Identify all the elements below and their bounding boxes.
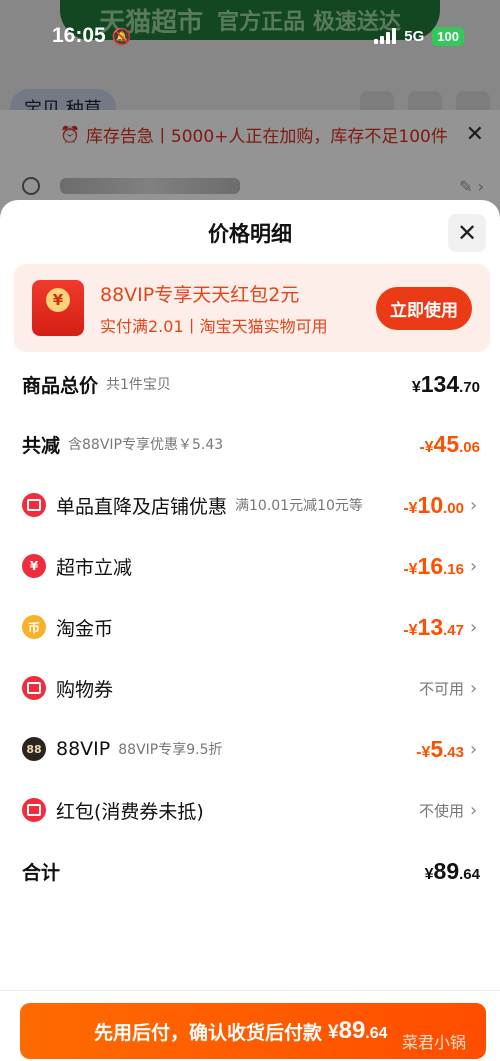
row-total-reduction: 共减 含88VIP专享优惠￥5.43 -¥45.06 [0,424,500,464]
red-envelope-icon [22,798,46,822]
close-icon: ✕ [456,219,478,247]
close-button[interactable]: ✕ [448,214,486,252]
chevron-right-icon: › [470,738,478,760]
row-amount: -¥5.43 [416,735,464,762]
row-label: 单品直降及店铺优惠 [56,495,228,518]
status-bar: 16:05 🔕 5G 100 [0,0,500,72]
row-label: 购物券 [56,678,114,701]
sheet-title: 价格明细 [208,222,292,246]
bottom-bar: 先用后付，确认收货后付款 ¥89.64 菜君小锅 [0,990,500,1061]
price-detail-sheet: 价格明细 ✕ ¥ 88VIP专享天天红包2元 实付满2.01丨淘宝天猫实物可用 … [0,200,500,1061]
gold-coin-icon: 币 [22,615,46,639]
88vip-icon: 88 [22,737,46,761]
row-shop-discount[interactable]: 单品直降及店铺优惠 满10.01元减10元等 -¥10.00 › [0,485,500,525]
yuan-coin-icon: ¥ [22,554,46,578]
row-label: 共减 [22,434,61,457]
battery-icon: 100 [432,26,464,46]
row-amount: -¥13.47 [403,613,464,640]
vip-redpacket-promo: ¥ 88VIP专享天天红包2元 实付满2.01丨淘宝天猫实物可用 立即使用 [14,264,490,352]
shop-icon [22,493,46,517]
pay-button-label: 先用后付，确认收货后付款 [94,1021,323,1044]
row-label: 88VIP [56,738,111,760]
signal-icon [374,28,397,44]
row-amount: ¥89.64 [424,857,480,884]
row-status: 不使用 [418,801,464,820]
chevron-right-icon: › [470,677,478,699]
red-envelope-icon: ¥ [32,280,84,336]
row-label: 商品总价 [22,374,99,397]
chevron-right-icon: › [470,494,478,516]
row-note: 88VIP专享9.5折 [118,742,223,758]
row-amount: -¥16.16 [403,552,464,579]
row-shopping-voucher[interactable]: 购物券 不可用 › [0,668,500,708]
pay-later-button[interactable]: 先用后付，确认收货后付款 ¥89.64 菜君小锅 [20,1003,486,1059]
row-status: 不可用 [418,679,464,698]
row-label: 红包(消费券未抵) [56,800,204,823]
row-market-discount[interactable]: ¥ 超市立减 -¥16.16 › [0,546,500,586]
promo-title: 88VIP专享天天红包2元 [100,283,300,306]
row-taojinbi[interactable]: 币 淘金币 -¥13.47 › [0,607,500,647]
voucher-icon [22,676,46,700]
network-type: 5G [404,27,425,45]
row-88vip[interactable]: 88 88VIP 88VIP专享9.5折 -¥5.43 › [0,729,500,769]
promo-subtitle: 实付满2.01丨淘宝天猫实物可用 [100,316,328,336]
row-goods-total: 商品总价 共1件宝贝 ¥134.70 [0,364,500,404]
chevron-right-icon: › [470,555,478,577]
chevron-right-icon: › [470,616,478,638]
row-amount: ¥134.70 [411,370,480,397]
row-amount: -¥45.06 [419,430,480,457]
row-label: 淘金币 [56,617,114,640]
row-label: 合计 [22,861,61,884]
watermark: 菜君小锅 [401,1033,466,1052]
use-now-button[interactable]: 立即使用 [376,286,472,330]
chevron-right-icon: › [470,799,478,821]
row-amount: -¥10.00 [403,491,464,518]
row-redpacket[interactable]: 红包(消费券未抵) 不使用 › [0,790,500,830]
row-note: 共1件宝贝 [106,377,171,393]
row-note: 含88VIP专享优惠￥5.43 [68,437,224,453]
row-note: 满10.01元减10元等 [235,498,363,514]
row-sum: 合计 ¥89.64 [0,851,500,891]
status-time: 16:05 [52,24,106,47]
row-label: 超市立减 [56,556,133,579]
mute-bell-icon: 🔕 [111,26,132,46]
pay-amount: ¥89.64 [328,1017,388,1044]
